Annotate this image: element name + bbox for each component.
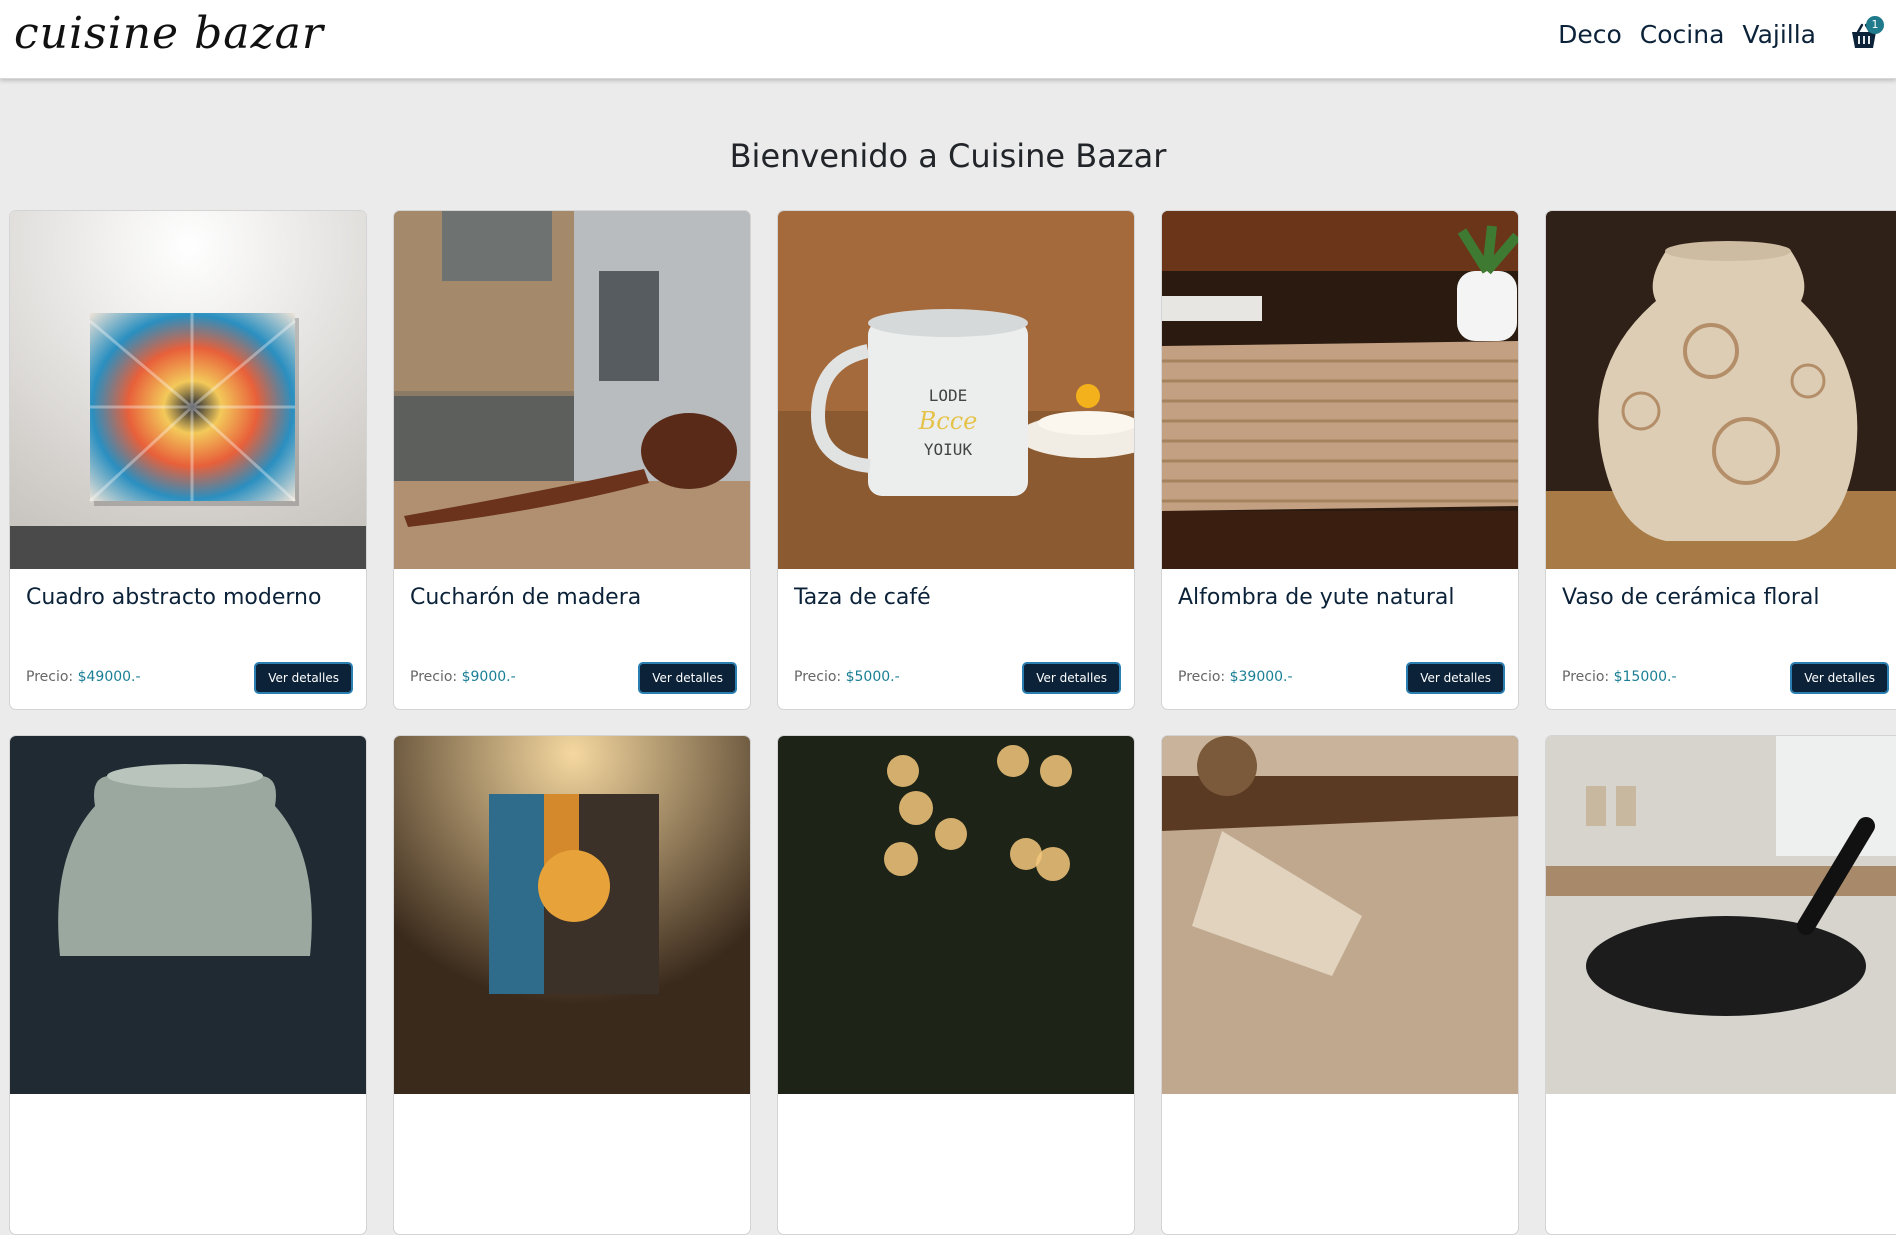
nav-link-deco[interactable]: Deco [1558, 20, 1622, 49]
product-title: Alfombra de yute natural [1178, 585, 1455, 610]
frying-pan-image[interactable] [1546, 736, 1896, 1094]
navbar: cuisine bazar Deco Cocina Vajilla 1 [0, 0, 1896, 79]
product-price: Precio: $39000.- [1178, 669, 1293, 685]
price-value: $9000.- [461, 669, 516, 685]
product-card [777, 735, 1135, 1235]
geometric-art-image[interactable] [394, 736, 750, 1094]
page-title: Bienvenido a Cuisine Bazar [729, 137, 1167, 175]
bokeh-lights-image[interactable] [778, 736, 1134, 1094]
view-details-button[interactable]: Ver detalles [254, 662, 353, 694]
price-value: $49000.- [77, 669, 141, 685]
price-value: $15000.- [1613, 669, 1677, 685]
view-details-button[interactable]: Ver detalles [1406, 662, 1505, 694]
main-nav: Deco Cocina Vajilla [1558, 20, 1816, 49]
ceramic-jar-image[interactable] [10, 736, 366, 1094]
product-title: Cuadro abstracto moderno [26, 585, 322, 610]
svg-text:Bcce: Bcce [918, 407, 978, 435]
product-card [1545, 735, 1896, 1235]
svg-text:YOIUK: YOIUK [924, 440, 973, 459]
product-title: Vaso de cerámica floral [1562, 585, 1820, 610]
product-price: Precio: $5000.- [794, 669, 900, 685]
jute-rug-image[interactable] [1162, 211, 1518, 569]
product-card [9, 735, 367, 1235]
product-price: Precio: $15000.- [1562, 669, 1677, 685]
product-title: Taza de café [794, 585, 931, 610]
product-price: Precio: $9000.- [410, 669, 516, 685]
coffee-mug-image[interactable]: LODE Bcce YOIUK [778, 211, 1134, 569]
product-card: Vaso de cerámica floral Precio: $15000.-… [1545, 210, 1896, 710]
svg-text:LODE: LODE [929, 386, 968, 405]
view-details-button[interactable]: Ver detalles [638, 662, 737, 694]
nav-link-vajilla[interactable]: Vajilla [1742, 20, 1816, 49]
price-label: Precio: [410, 669, 458, 685]
product-card: Cuadro abstracto moderno Precio: $49000.… [9, 210, 367, 710]
brand-logo[interactable]: cuisine bazar [14, 8, 324, 59]
price-label: Precio: [1178, 669, 1226, 685]
abstract-painting-image[interactable] [10, 211, 366, 569]
product-card: Cucharón de madera Precio: $9000.- Ver d… [393, 210, 751, 710]
product-card [1161, 735, 1519, 1235]
product-card: LODE Bcce YOIUK Taza de café Precio: $50… [777, 210, 1135, 710]
product-card: Alfombra de yute natural Precio: $39000.… [1161, 210, 1519, 710]
price-value: $39000.- [1229, 669, 1293, 685]
price-label: Precio: [794, 669, 842, 685]
price-value: $5000.- [845, 669, 900, 685]
wooden-ladle-image[interactable] [394, 211, 750, 569]
ceramic-vase-image[interactable] [1546, 211, 1896, 569]
product-title: Cucharón de madera [410, 585, 642, 610]
cart-count-badge: 1 [1866, 16, 1884, 34]
woven-mat-image[interactable] [1162, 736, 1518, 1094]
product-price: Precio: $49000.- [26, 669, 141, 685]
price-label: Precio: [26, 669, 74, 685]
price-label: Precio: [1562, 669, 1610, 685]
view-details-button[interactable]: Ver detalles [1790, 662, 1889, 694]
product-card [393, 735, 751, 1235]
nav-link-cocina[interactable]: Cocina [1640, 20, 1725, 49]
view-details-button[interactable]: Ver detalles [1022, 662, 1121, 694]
